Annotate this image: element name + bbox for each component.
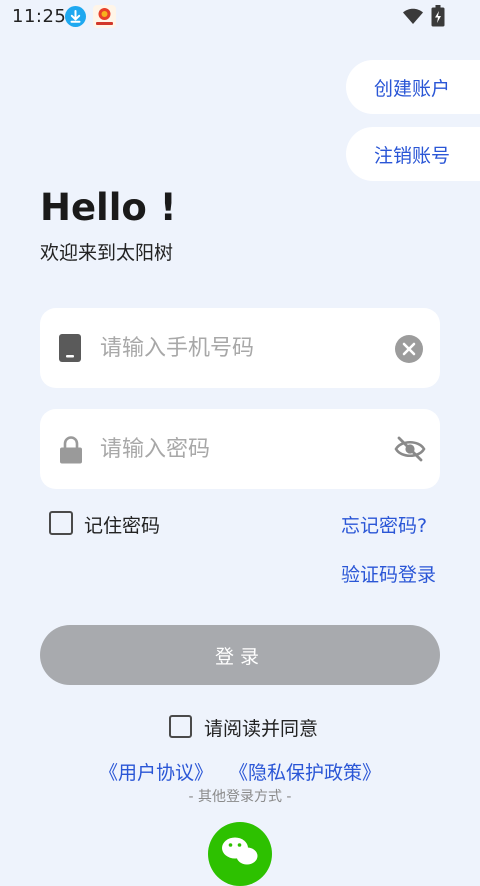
create-account-button[interactable]: 创建账户 [346,60,480,114]
phone-icon [58,334,82,366]
other-login-methods-label: - 其他登录方式 - [188,789,292,805]
remember-password-checkbox[interactable] [49,511,73,535]
phone-input[interactable] [100,308,380,388]
wechat-icon [208,837,272,886]
cancel-account-button[interactable]: 注销账号 [346,127,480,181]
greeting-title: Hello ! [40,186,177,229]
wechat-login-button[interactable] [208,822,272,886]
privacy-policy-link[interactable]: 《隐私保护政策》 [229,758,381,785]
download-icon [65,6,86,27]
phone-field[interactable] [40,308,440,388]
app-notification-icon [93,5,116,28]
password-field[interactable] [40,409,440,489]
status-time: 11:25 [12,6,67,27]
agreement-label[interactable]: 请阅读并同意 [204,714,318,741]
wifi-icon [402,7,424,29]
user-agreement-link[interactable]: 《用户协议》 [99,758,213,785]
password-input[interactable] [100,409,380,489]
greeting-subtitle: 欢迎来到太阳树 [40,242,174,264]
login-button[interactable]: 登录 [40,625,440,685]
battery-charging-icon [431,5,445,31]
eye-off-icon[interactable] [394,435,426,467]
sms-code-login-link[interactable]: 验证码登录 [341,560,436,587]
forgot-password-link[interactable]: 忘记密码? [341,511,427,538]
agreement-checkbox[interactable] [169,715,192,738]
lock-icon [58,435,84,469]
remember-password-label[interactable]: 记住密码 [84,511,160,538]
clear-icon[interactable] [394,334,424,368]
